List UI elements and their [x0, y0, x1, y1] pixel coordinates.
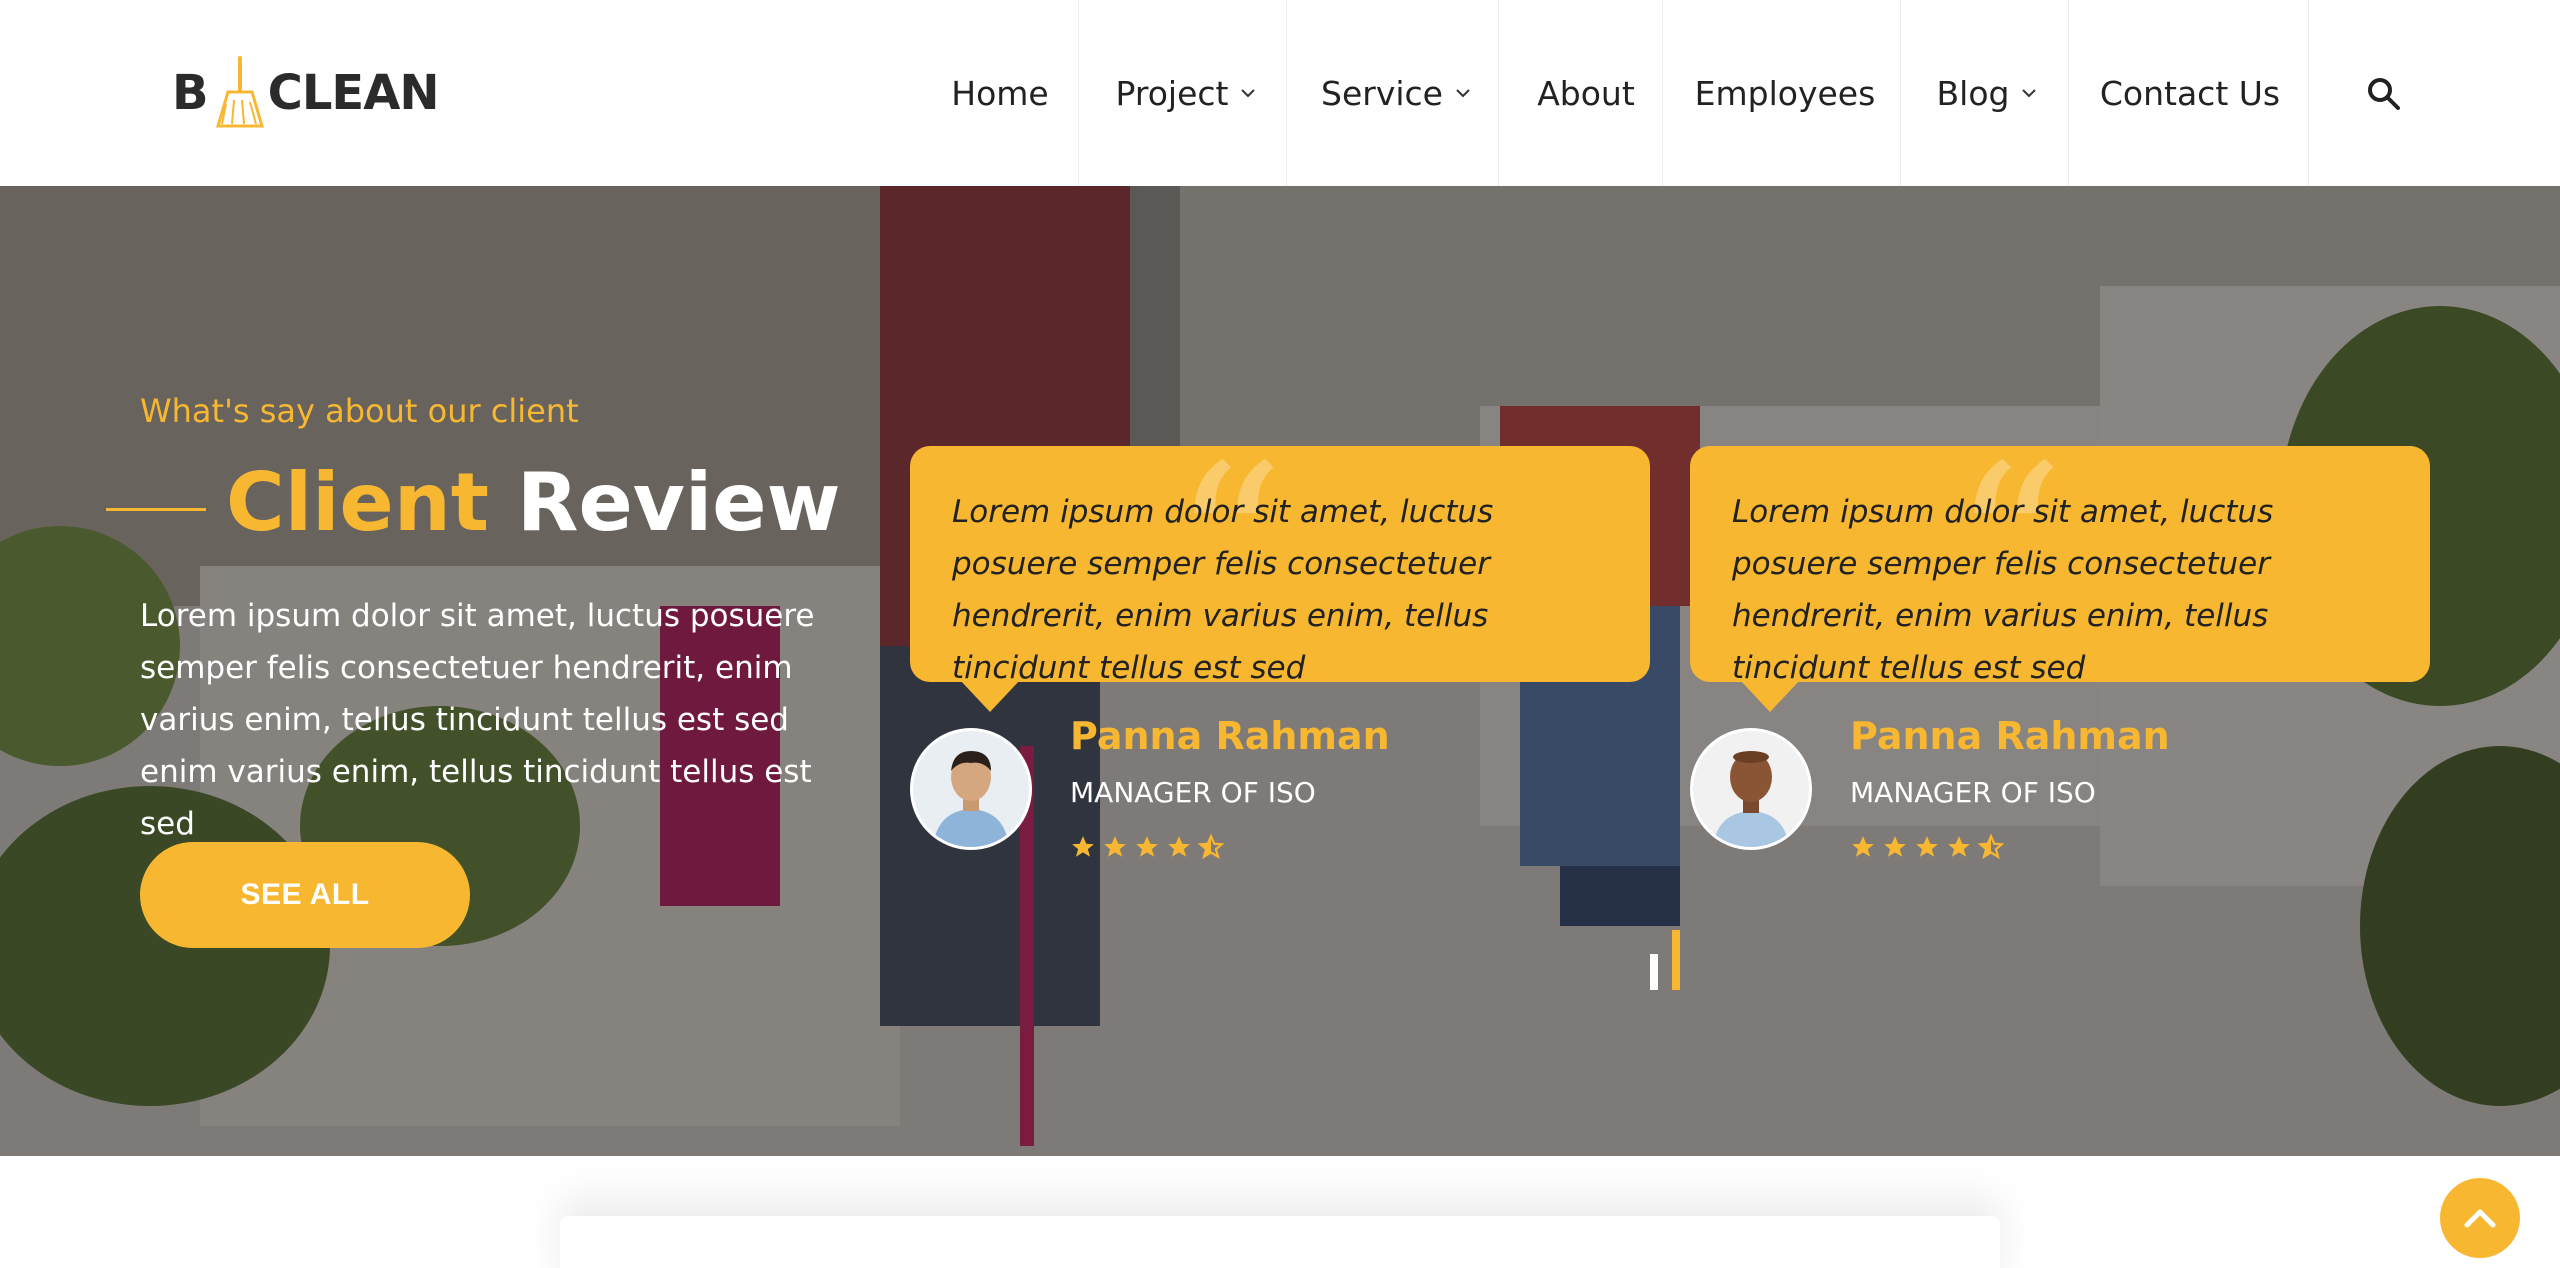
chevron-down-icon: [1456, 89, 1470, 98]
section-eyebrow: What's say about our client: [140, 392, 579, 430]
scroll-to-top-button[interactable]: [2440, 1178, 2520, 1258]
nav-project-label: Project: [1115, 73, 1229, 113]
next-section: [0, 1156, 2560, 1268]
nav-employees-label: Employees: [1694, 73, 1876, 113]
star-half-icon: [1978, 834, 2004, 860]
nav-home-label: Home: [951, 73, 1049, 113]
rating-stars: [1850, 834, 2004, 860]
search-icon[interactable]: [2364, 74, 2404, 114]
site-header: B CLEAN Home Project Service About Emplo…: [0, 0, 2560, 186]
nav-blog-label: Blog: [1936, 73, 2010, 113]
nav-divider: [1286, 0, 1287, 186]
reviewer-name: Panna Rahman: [1850, 714, 2170, 758]
nav-divider: [1078, 0, 1079, 186]
logo-word: CLEAN: [267, 65, 440, 121]
broom-icon: [215, 56, 264, 128]
title-divider-line: [106, 508, 206, 511]
see-all-button[interactable]: SEE ALL: [140, 842, 470, 948]
nav-divider: [2068, 0, 2069, 186]
chevron-up-icon: [2464, 1209, 2496, 1228]
rating-stars: [1070, 834, 1224, 860]
chevron-down-icon: [2022, 89, 2037, 98]
person-avatar-icon: [1693, 731, 1809, 847]
nav-divider: [1662, 0, 1663, 186]
bubble-tail: [960, 680, 1020, 712]
review-bubble: “ Lorem ipsum dolor sit amet, luctus pos…: [910, 436, 1650, 712]
nav-project[interactable]: Project: [1096, 0, 1276, 186]
star-icon: [1884, 836, 1906, 857]
title-rest: Review: [516, 456, 841, 549]
review-bubble: “ Lorem ipsum dolor sit amet, luctus pos…: [1690, 436, 2430, 712]
bubble-tail: [1740, 680, 1800, 712]
nav-divider: [2308, 0, 2309, 186]
testimonial-section: What's say about our client Client Revie…: [0, 186, 2560, 1156]
section-title: Client Review: [226, 456, 840, 549]
site-logo[interactable]: B CLEAN: [172, 52, 440, 134]
nav-contact-label: Contact Us: [2099, 73, 2281, 113]
reviewer-role: MANAGER OF ISO: [1850, 776, 2096, 809]
nav-home[interactable]: Home: [940, 0, 1060, 186]
title-highlight: Client: [226, 456, 490, 549]
carousel-pagination: [1650, 930, 1680, 990]
avatar: [1690, 728, 1812, 850]
chevron-down-icon: [1241, 89, 1256, 98]
star-icon: [1136, 836, 1158, 857]
nav-divider: [1498, 0, 1499, 186]
star-icon: [1168, 836, 1190, 857]
nav-about-label: About: [1537, 73, 1635, 113]
star-icon: [1852, 836, 1874, 857]
star-half-icon: [1198, 834, 1224, 860]
star-icon: [1104, 836, 1126, 857]
star-icon: [1072, 836, 1094, 857]
reviewer-name: Panna Rahman: [1070, 714, 1390, 758]
carousel-dot-active[interactable]: [1672, 930, 1680, 990]
next-section-panel: [560, 1216, 2000, 1268]
star-icon: [1948, 836, 1970, 857]
nav-blog[interactable]: Blog: [1914, 0, 2060, 186]
avatar: [910, 728, 1032, 850]
reviewer-role: MANAGER OF ISO: [1070, 776, 1316, 809]
logo-letter-b: B: [172, 65, 209, 121]
nav-employees[interactable]: Employees: [1680, 0, 1890, 186]
review-card: “ Lorem ipsum dolor sit amet, luctus pos…: [910, 436, 1650, 860]
review-card: “ Lorem ipsum dolor sit amet, luctus pos…: [1690, 436, 2430, 860]
star-icon: [1916, 836, 1938, 857]
nav-about[interactable]: About: [1516, 0, 1656, 186]
person-avatar-icon: [913, 731, 1029, 847]
nav-contact-us[interactable]: Contact Us: [2080, 0, 2300, 186]
review-text: Lorem ipsum dolor sit amet, luctus posue…: [952, 494, 1494, 686]
carousel-dot[interactable]: [1650, 954, 1658, 990]
nav-service-label: Service: [1321, 73, 1443, 113]
nav-service[interactable]: Service: [1306, 0, 1486, 186]
nav-divider: [1900, 0, 1901, 186]
section-intro-text: Lorem ipsum dolor sit amet, luctus posue…: [140, 598, 815, 842]
review-text: Lorem ipsum dolor sit amet, luctus posue…: [1732, 494, 2274, 686]
